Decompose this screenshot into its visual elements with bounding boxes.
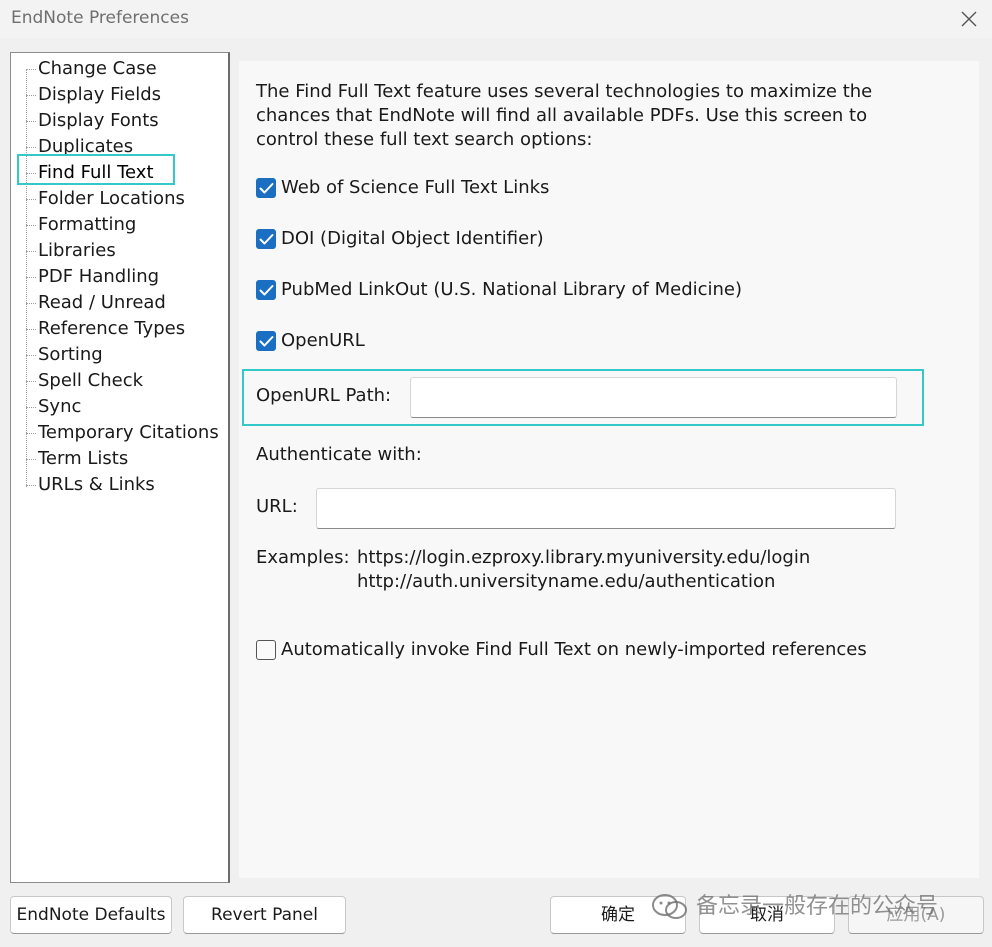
openurl-checkbox[interactable] bbox=[256, 331, 276, 351]
sidebar-item-label: Term Lists bbox=[38, 448, 129, 469]
watermark-text: 备忘录一般存在的公众号 bbox=[696, 894, 939, 919]
example-url-2: http://auth.universityname.edu/authentic… bbox=[357, 571, 776, 592]
pubmed-linkout-label: PubMed LinkOut (U.S. National Library of… bbox=[281, 279, 743, 300]
close-icon bbox=[961, 11, 977, 27]
auto-invoke-checkbox[interactable] bbox=[256, 640, 276, 660]
sidebar-item-display-fonts[interactable]: Display Fonts bbox=[26, 108, 226, 134]
sidebar-item-display-fields[interactable]: Display Fields bbox=[26, 82, 226, 108]
doi-label: DOI (Digital Object Identifier) bbox=[281, 228, 544, 249]
tree-branch-line bbox=[26, 407, 36, 408]
sidebar-item-label: Reference Types bbox=[38, 318, 186, 339]
openurl-path-input[interactable] bbox=[410, 377, 897, 418]
tree-branch-line bbox=[26, 355, 36, 356]
openurl-label: OpenURL bbox=[281, 330, 365, 351]
intro-line-2: chances that EndNote will find all avail… bbox=[256, 105, 868, 126]
tree-branch-line bbox=[26, 251, 36, 252]
url-label: URL: bbox=[256, 496, 298, 517]
tree-branch-line bbox=[26, 459, 36, 460]
sidebar-item-label: URLs & Links bbox=[38, 474, 155, 495]
sidebar-item-label: Folder Locations bbox=[38, 188, 185, 209]
sidebar-item-urls-links[interactable]: URLs & Links bbox=[26, 472, 226, 498]
sidebar-item-sorting[interactable]: Sorting bbox=[26, 342, 226, 368]
web-of-science-label: Web of Science Full Text Links bbox=[281, 177, 550, 198]
checkmark-icon bbox=[259, 285, 274, 296]
sidebar-item-label: PDF Handling bbox=[38, 266, 160, 287]
sidebar-item-label: Display Fields bbox=[38, 84, 161, 105]
tree-branch-line bbox=[26, 225, 36, 226]
checkmark-icon bbox=[259, 336, 274, 347]
tree-branch-line bbox=[26, 329, 36, 330]
openurl-path-label: OpenURL Path: bbox=[256, 385, 392, 406]
wechat-icon bbox=[652, 894, 687, 919]
close-button[interactable] bbox=[952, 2, 986, 36]
intro-line-3: control these full text search options: bbox=[256, 129, 593, 150]
sidebar-item-pdf-handling[interactable]: PDF Handling bbox=[26, 264, 226, 290]
web-of-science-checkbox[interactable] bbox=[256, 178, 276, 198]
sidebar-item-label: Formatting bbox=[38, 214, 137, 235]
sidebar-item-label: Display Fonts bbox=[38, 110, 159, 131]
authenticate-label: Authenticate with: bbox=[256, 444, 422, 465]
auto-invoke-label: Automatically invoke Find Full Text on n… bbox=[281, 639, 867, 660]
sidebar-item-reference-types[interactable]: Reference Types bbox=[26, 316, 226, 342]
intro-text: The Find Full Text feature uses several … bbox=[256, 80, 896, 152]
sidebar-item-spell-check[interactable]: Spell Check bbox=[26, 368, 226, 394]
intro-line-1: The Find Full Text feature uses several … bbox=[256, 81, 873, 102]
sidebar-item-sync[interactable]: Sync bbox=[26, 394, 226, 420]
tree-branch-line bbox=[26, 303, 36, 304]
sidebar-item-label: Change Case bbox=[38, 58, 157, 79]
doi-checkbox[interactable] bbox=[256, 229, 276, 249]
tree-branch-line bbox=[26, 199, 36, 200]
sidebar-item-libraries[interactable]: Libraries bbox=[26, 238, 226, 264]
watermark: 备忘录一般存在的公众号 bbox=[650, 889, 988, 925]
tree-branch-line bbox=[26, 147, 36, 148]
sidebar-item-label: Libraries bbox=[38, 240, 116, 261]
tree-branch-line bbox=[26, 121, 36, 122]
sidebar-item-read-unread[interactable]: Read / Unread bbox=[26, 290, 226, 316]
tree-branch-line bbox=[26, 69, 36, 70]
url-input[interactable] bbox=[316, 488, 896, 529]
examples-list: https://login.ezproxy.library.myuniversi… bbox=[357, 546, 810, 594]
tree-branch-line bbox=[26, 277, 36, 278]
tree-branch-line bbox=[26, 433, 36, 434]
sidebar-item-label: Spell Check bbox=[38, 370, 144, 391]
title-bar: EndNote Preferences bbox=[0, 0, 992, 38]
tree-branch-line bbox=[26, 485, 36, 486]
revert-panel-button[interactable]: Revert Panel bbox=[183, 896, 346, 934]
example-url-1: https://login.ezproxy.library.myuniversi… bbox=[357, 547, 811, 568]
tree-branch-line bbox=[26, 95, 36, 96]
sidebar-item-formatting[interactable]: Formatting bbox=[26, 212, 226, 238]
find-full-text-highlight bbox=[17, 154, 175, 185]
sidebar-item-temporary-citations[interactable]: Temporary Citations bbox=[26, 420, 226, 446]
tree-branch-line bbox=[26, 381, 36, 382]
sidebar-item-folder-locations[interactable]: Folder Locations bbox=[26, 186, 226, 212]
sidebar-item-label: Sorting bbox=[38, 344, 103, 365]
sidebar-item-term-lists[interactable]: Term Lists bbox=[26, 446, 226, 472]
checkmark-icon bbox=[259, 183, 274, 194]
sidebar-item-change-case[interactable]: Change Case bbox=[26, 56, 226, 82]
pubmed-linkout-checkbox[interactable] bbox=[256, 280, 276, 300]
endnote-defaults-button[interactable]: EndNote Defaults bbox=[10, 896, 172, 934]
sidebar-item-label: Temporary Citations bbox=[38, 422, 219, 443]
examples-label: Examples: bbox=[256, 547, 350, 568]
sidebar-item-label: Sync bbox=[38, 396, 82, 417]
sidebar-item-label: Read / Unread bbox=[38, 292, 166, 313]
window-title: EndNote Preferences bbox=[11, 8, 189, 28]
checkmark-icon bbox=[259, 234, 274, 245]
